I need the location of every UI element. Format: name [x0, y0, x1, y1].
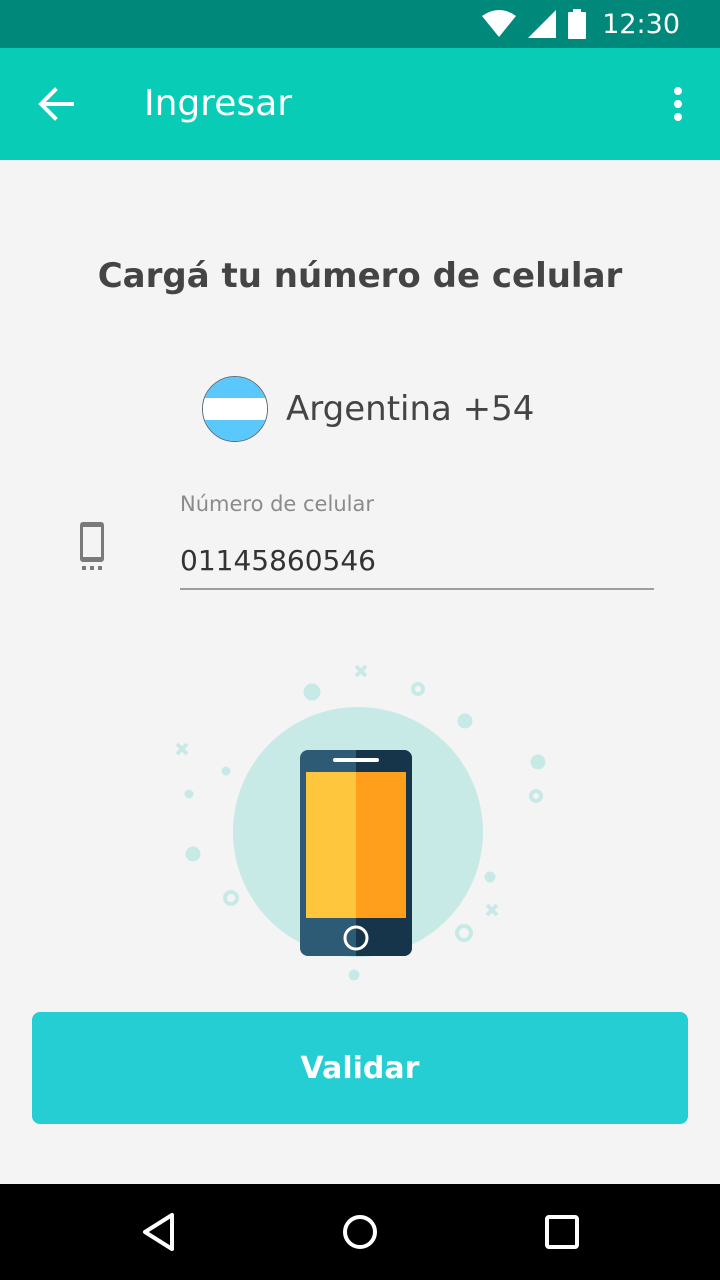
phone-number-input[interactable]	[180, 532, 654, 590]
nav-recents-button[interactable]	[532, 1202, 592, 1262]
nav-back-button[interactable]	[130, 1202, 190, 1262]
headline: Cargá tu número de celular	[97, 256, 623, 296]
navigation-bar	[0, 1184, 720, 1280]
home-circle-icon	[343, 1215, 377, 1249]
phone-field-label: Número de celular	[180, 492, 374, 516]
country-selector[interactable]: Argentina +54	[202, 376, 534, 442]
nav-home-button[interactable]	[330, 1202, 390, 1262]
more-vert-icon	[674, 87, 682, 121]
page-title: Ingresar	[144, 83, 293, 124]
more-options-button[interactable]	[656, 72, 700, 136]
back-button[interactable]	[24, 72, 88, 136]
signal-icon	[528, 10, 557, 38]
arrow-back-icon	[38, 87, 74, 121]
wifi-icon	[482, 10, 517, 37]
back-triangle-icon	[143, 1213, 174, 1251]
status-time: 12:30	[602, 8, 680, 40]
status-icons: 12:30	[482, 0, 680, 48]
smartphone-icon	[80, 522, 104, 570]
status-bar: 12:30	[0, 0, 720, 48]
app-bar: Ingresar	[0, 48, 720, 160]
phone-illustration	[175, 664, 546, 981]
recents-square-icon	[545, 1215, 579, 1249]
battery-icon	[568, 9, 587, 39]
country-label: Argentina +54	[286, 389, 535, 429]
validate-button[interactable]: Validar	[32, 1012, 688, 1124]
argentina-flag-icon	[202, 376, 268, 442]
